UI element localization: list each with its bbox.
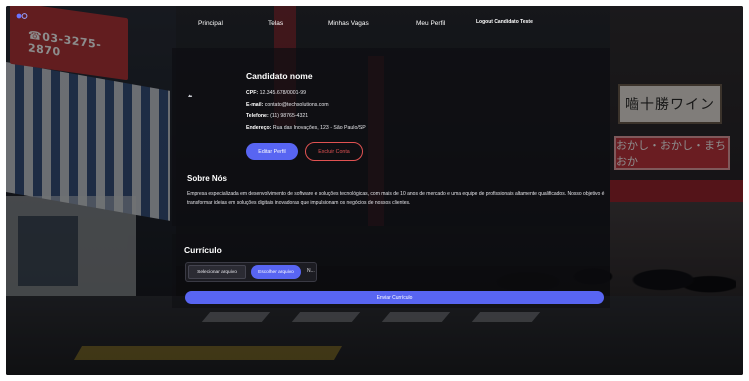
- select-file-button[interactable]: Selecionar arquivo: [188, 265, 246, 279]
- info-address-label: Endereço:: [246, 125, 272, 131]
- info-cpf: CPF: 12.345.678/0001-99: [246, 90, 306, 96]
- about-heading: Sobre Nós: [187, 174, 228, 183]
- candidate-name: Candidato nome: [246, 71, 313, 81]
- info-email: E-mail: contato@techsolutions.com: [246, 102, 329, 108]
- nav-item-meu-perfil[interactable]: Meu Perfil: [416, 20, 445, 27]
- logo-icon[interactable]: [16, 12, 28, 20]
- info-address-value: Rua das Inovações, 123 - São Paulo/SP: [272, 125, 366, 131]
- info-email-label: E-mail:: [246, 102, 264, 108]
- app-window: ☎03-3275-2870 嚙十勝ワイン おかし・おかし・まちおか Princi…: [6, 6, 743, 375]
- choose-file-button[interactable]: Escolher arquivo: [251, 265, 301, 279]
- send-curriculum-button[interactable]: Enviar Currículo: [185, 291, 604, 304]
- delete-account-button[interactable]: Excluir Conta: [305, 142, 363, 161]
- info-cpf-label: CPF:: [246, 90, 259, 96]
- curriculum-heading: Currículo: [184, 245, 222, 255]
- info-phone: Telefone: (11) 98765-4321: [246, 113, 308, 119]
- logout-link[interactable]: Logout Candidato Teste: [476, 19, 533, 25]
- nav-item-telas[interactable]: Telas: [268, 20, 283, 27]
- edit-profile-button[interactable]: Editar Perfil: [246, 143, 298, 160]
- about-text: Empresa especializada em desenvolvimento…: [187, 191, 605, 206]
- avatar-image-icon: [188, 94, 193, 97]
- info-address: Endereço: Rua das Inovações, 123 - São P…: [246, 125, 366, 131]
- nav-item-principal[interactable]: Principal: [198, 20, 223, 27]
- info-cpf-value: 12.345.678/0001-99: [259, 90, 307, 96]
- info-phone-label: Telefone:: [246, 113, 269, 119]
- info-email-value: contato@techsolutions.com: [264, 102, 329, 108]
- nav-item-minhas-vagas[interactable]: Minhas Vagas: [328, 20, 369, 27]
- info-phone-value: (11) 98765-4321: [270, 113, 309, 119]
- selected-file-name: N...: [307, 268, 315, 274]
